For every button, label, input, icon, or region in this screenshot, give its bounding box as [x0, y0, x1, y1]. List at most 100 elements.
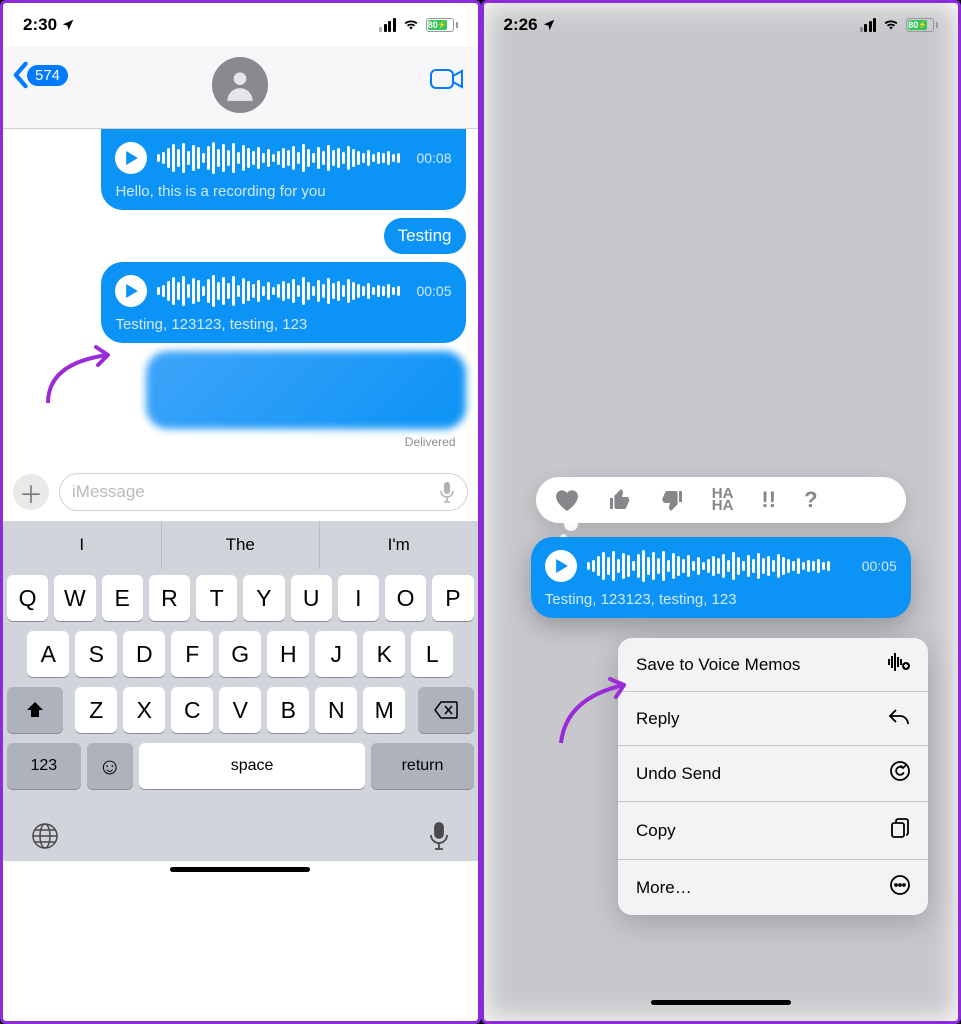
unread-count-badge: 574: [27, 65, 68, 86]
keyboard-row-3: ZXCVBNM: [7, 687, 474, 733]
status-time: 2:26: [504, 15, 538, 35]
compose-row: ＋ iMessage: [3, 467, 478, 521]
key-t[interactable]: T: [196, 575, 237, 621]
key-b[interactable]: B: [267, 687, 309, 733]
keyboard-row-2: ASDFGHJKL: [7, 631, 474, 677]
tapback-haha-icon[interactable]: HA HA: [712, 488, 734, 512]
waveform-icon: [587, 549, 846, 583]
transcription: Testing, 123123, testing, 123: [545, 591, 897, 608]
home-indicator[interactable]: [651, 1000, 791, 1005]
key-y[interactable]: Y: [243, 575, 284, 621]
context-menu: Save to Voice Memos Reply Undo Send Copy…: [618, 638, 928, 915]
key-j[interactable]: J: [315, 631, 357, 677]
waveform-icon: [157, 274, 400, 308]
selected-voice-message[interactable]: 00:05 Testing, 123123, testing, 123: [531, 537, 911, 618]
redacted-message: [146, 351, 466, 429]
key-e[interactable]: E: [102, 575, 143, 621]
battery-icon: 80⚡: [906, 18, 938, 32]
return-key[interactable]: return: [371, 743, 473, 789]
key-k[interactable]: K: [363, 631, 405, 677]
play-icon[interactable]: [115, 142, 147, 174]
key-s[interactable]: S: [75, 631, 117, 677]
dictation-icon[interactable]: [428, 821, 450, 851]
duration: 00:08: [416, 150, 451, 166]
quicktype-bar: I The I'm: [3, 521, 478, 569]
tapback-exclaim-icon[interactable]: !!: [761, 487, 776, 513]
status-bar: 2:30 80⚡: [3, 3, 478, 47]
key-z[interactable]: Z: [75, 687, 117, 733]
add-button[interactable]: ＋: [13, 474, 49, 510]
menu-more[interactable]: More…: [618, 860, 928, 915]
space-key[interactable]: space: [139, 743, 366, 789]
key-x[interactable]: X: [123, 687, 165, 733]
emoji-key[interactable]: ☺: [87, 743, 133, 789]
key-q[interactable]: Q: [7, 575, 48, 621]
key-i[interactable]: I: [338, 575, 379, 621]
tapback-thumbsup-icon[interactable]: [608, 488, 632, 512]
key-n[interactable]: N: [315, 687, 357, 733]
location-icon: [542, 18, 556, 32]
key-d[interactable]: D: [123, 631, 165, 677]
menu-copy[interactable]: Copy: [618, 802, 928, 860]
voice-memo-icon: [888, 653, 910, 676]
delivery-status: Delivered: [15, 431, 466, 457]
key-c[interactable]: C: [171, 687, 213, 733]
facetime-button[interactable]: [430, 67, 464, 96]
text-message[interactable]: Testing: [384, 218, 466, 254]
message-list: 00:08 Hello, this is a recording for you…: [3, 129, 478, 467]
key-a[interactable]: A: [27, 631, 69, 677]
keyboard-row-1: QWERTYUIOP: [7, 575, 474, 621]
key-f[interactable]: F: [171, 631, 213, 677]
chat-header: 574: [3, 47, 478, 129]
shift-key[interactable]: [7, 687, 63, 733]
keyboard: QWERTYUIOP ASDFGHJKL ZXCVBNM 123 ☺ space…: [3, 569, 478, 803]
battery-icon: 80⚡: [426, 18, 458, 32]
key-l[interactable]: L: [411, 631, 453, 677]
duration: 00:05: [416, 283, 451, 299]
waveform-icon: [157, 141, 400, 175]
contact-avatar[interactable]: [212, 57, 268, 113]
key-h[interactable]: H: [267, 631, 309, 677]
key-u[interactable]: U: [291, 575, 332, 621]
key-o[interactable]: O: [385, 575, 426, 621]
status-time: 2:30: [23, 15, 57, 35]
wifi-icon: [402, 18, 420, 32]
key-w[interactable]: W: [54, 575, 95, 621]
key-m[interactable]: M: [363, 687, 405, 733]
key-g[interactable]: G: [219, 631, 261, 677]
key-r[interactable]: R: [149, 575, 190, 621]
dictate-icon[interactable]: [439, 481, 455, 503]
signal-icon: [379, 18, 396, 32]
transcription: Testing, 123123, testing, 123: [115, 316, 451, 333]
play-icon[interactable]: [115, 275, 147, 307]
key-v[interactable]: V: [219, 687, 261, 733]
voice-message[interactable]: 00:05 Testing, 123123, testing, 123: [101, 262, 465, 343]
suggestion[interactable]: I'm: [320, 521, 478, 569]
back-button[interactable]: 574: [11, 61, 68, 89]
suggestion[interactable]: The: [162, 521, 321, 569]
copy-icon: [890, 817, 910, 844]
tapback-heart-icon[interactable]: [554, 488, 580, 512]
duration: 00:05: [862, 558, 897, 574]
play-icon[interactable]: [545, 550, 577, 582]
status-bar: 2:26 80⚡: [484, 3, 959, 47]
menu-reply[interactable]: Reply: [618, 692, 928, 746]
more-icon: [890, 875, 910, 900]
compose-placeholder: iMessage: [72, 482, 145, 502]
transcription: Hello, this is a recording for you: [115, 183, 451, 200]
menu-undo-send[interactable]: Undo Send: [618, 746, 928, 802]
home-indicator[interactable]: [170, 867, 310, 872]
numbers-key[interactable]: 123: [7, 743, 81, 789]
key-p[interactable]: P: [432, 575, 473, 621]
globe-icon[interactable]: [31, 822, 59, 850]
compose-input[interactable]: iMessage: [59, 473, 468, 511]
phone-right: 2:26 80⚡ HA HA !! ? 00:: [481, 0, 961, 1024]
tapback-question-icon[interactable]: ?: [804, 487, 817, 513]
phone-left: 2:30 80⚡ 574: [0, 0, 481, 1024]
delete-key[interactable]: [418, 687, 474, 733]
tapback-thumbsdown-icon[interactable]: [660, 488, 684, 512]
suggestion[interactable]: I: [3, 521, 162, 569]
menu-save-voice-memos[interactable]: Save to Voice Memos: [618, 638, 928, 692]
voice-message[interactable]: 00:08 Hello, this is a recording for you: [101, 129, 465, 210]
keyboard-bottom: [3, 803, 478, 861]
